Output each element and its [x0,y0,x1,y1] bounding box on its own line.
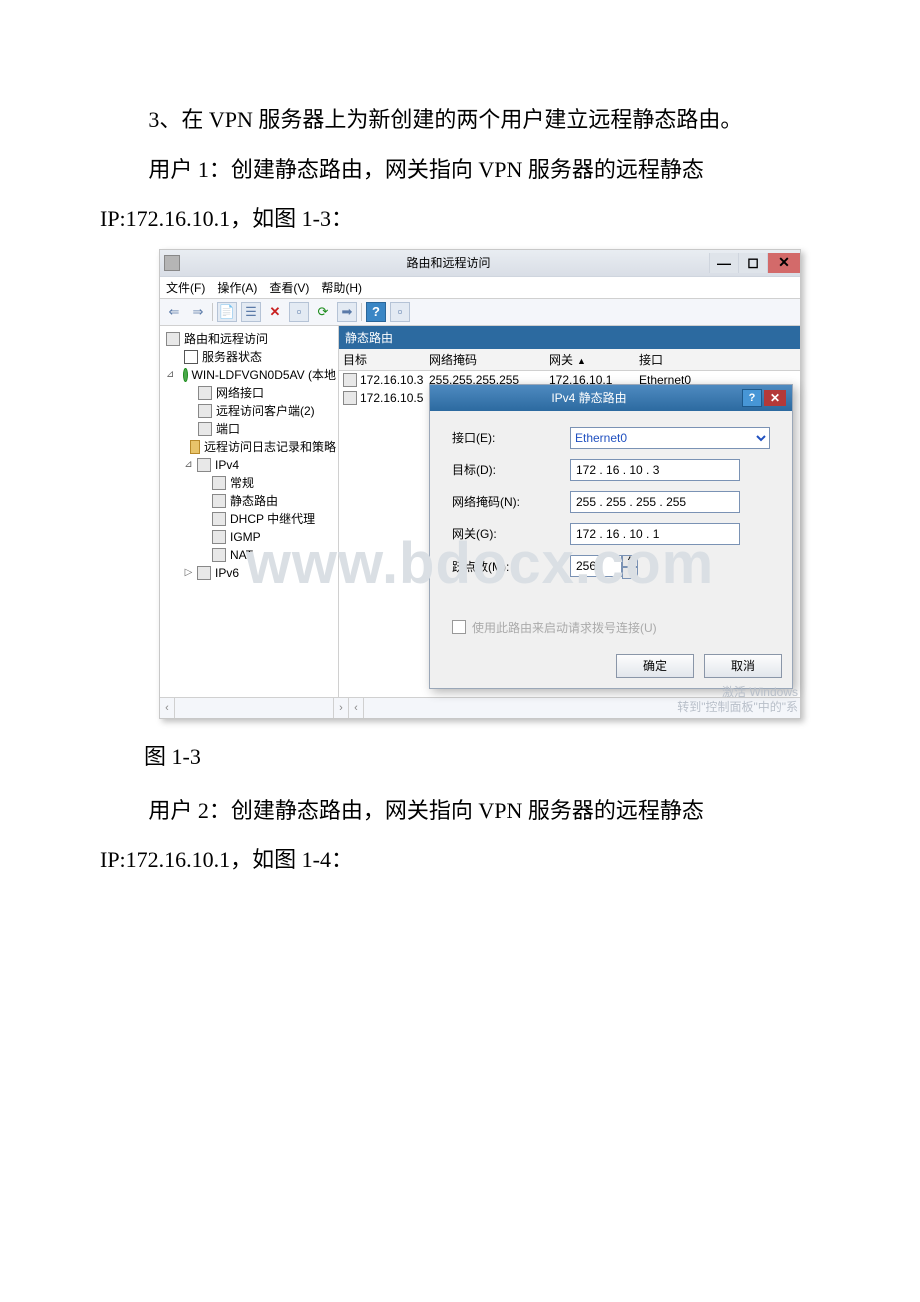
status-right-arrow[interactable]: › [334,698,349,718]
para-user2-b: IP:172.16.10.1，如图 1-4： [100,840,860,880]
back-button[interactable]: ⇐ [164,302,184,322]
tree-remote-clients[interactable]: 远程访问客户端(2) [216,402,315,419]
tree-server-name[interactable]: WIN-LDFVGN0D5AV (本地 [192,366,336,383]
metric-input[interactable] [570,555,622,577]
status-left-arrow[interactable]: ‹ [160,698,175,718]
menubar: 文件(F) 操作(A) 查看(V) 帮助(H) [160,277,800,299]
route-icon [343,373,357,387]
col-iface[interactable]: 接口 [639,351,729,368]
nav-tree: 路由和远程访问 服务器状态 ⊿WIN-LDFVGN0D5AV (本地 网络接口 … [160,326,339,697]
para-user2-a: 用户 2：创建静态路由，网关指向 VPN 服务器的远程静态 [100,791,860,831]
route-icon [343,391,357,405]
help-icon[interactable]: ? [366,302,386,322]
server-icon [183,368,188,382]
dialog-close-button[interactable]: ✕ [764,390,786,406]
label-gateway: 网关(G): [452,525,570,542]
dialog-title: IPv4 静态路由 [436,389,742,406]
tree-net-if[interactable]: 网络接口 [216,384,264,401]
minimize-button[interactable]: — [709,253,738,273]
para-user1-a: 用户 1：创建静态路由，网关指向 VPN 服务器的远程静态 [100,150,860,190]
dialog-help-button[interactable]: ? [742,389,762,407]
status-left-arrow-2[interactable]: ‹ [349,698,364,718]
new-icon[interactable]: 📄 [217,302,237,322]
window-title: 路由和远程访问 [188,254,709,271]
ok-button[interactable]: 确定 [616,654,694,678]
statusbar: ‹ › ‹ [160,697,800,718]
label-interface: 接口(E): [452,429,570,446]
tree-static-route[interactable]: 静态路由 [230,492,278,509]
sort-asc-icon: ▲ [577,356,586,366]
para-user1-b: IP:172.16.10.1，如图 1-3： [100,199,860,239]
para-step3: 3、在 VPN 服务器上为新创建的两个用户建立远程静态路由。 [100,100,860,140]
server-status-icon [184,350,198,364]
nat-icon [212,548,226,562]
col-gateway[interactable]: 网关▲ [549,351,639,368]
figure-caption-1-3: 图 1-3 [100,739,860,771]
dialog-titlebar: IPv4 静态路由 ? ✕ [430,385,792,411]
maximize-button[interactable]: ◻ [738,253,767,273]
menu-help[interactable]: 帮助(H) [321,279,362,296]
label-metric: 跃点数(M): [452,558,570,575]
root-icon [166,332,180,346]
general-icon [212,476,226,490]
label-dest: 目标(D): [452,461,570,478]
list-icon[interactable]: ▫ [390,302,410,322]
remote-clients-icon [198,404,212,418]
node-icon[interactable]: ▫ [289,302,309,322]
interface-select[interactable]: Ethernet0 [570,427,770,449]
gateway-input[interactable] [570,523,740,545]
ipv4-icon [197,458,211,472]
ipv6-icon [197,566,211,580]
content-pane: 静态路由 目标 网络掩码 网关▲ 接口 172.16.10.3 255.255.… [339,326,800,697]
mask-input[interactable] [570,491,740,513]
tree-server-status[interactable]: 服务器状态 [202,348,262,365]
close-button[interactable]: ✕ [767,253,800,273]
tree-ports[interactable]: 端口 [216,420,240,437]
col-dest[interactable]: 目标 [343,351,429,368]
tree-root[interactable]: 路由和远程访问 [184,330,268,347]
tree-remote-log[interactable]: 远程访问日志记录和策略 [204,438,336,455]
remote-log-icon [190,440,200,454]
delete-icon[interactable]: ✕ [265,302,285,322]
forward-button[interactable]: ⇒ [188,302,208,322]
refresh-icon[interactable]: ⟳ [313,302,333,322]
col-mask[interactable]: 网络掩码 [429,351,549,368]
toolbar: ⇐ ⇒ 📄 ☰ ✕ ▫ ⟳ ➡ ? ▫ [160,299,800,326]
cancel-button[interactable]: 取消 [704,654,782,678]
netif-icon [198,386,212,400]
igmp-icon [212,530,226,544]
app-icon [164,255,180,271]
tree-nat[interactable]: NAT [230,548,253,562]
dial-on-demand-checkbox[interactable] [452,620,466,634]
menu-file[interactable]: 文件(F) [166,279,205,296]
tree-ipv6[interactable]: IPv6 [215,566,239,580]
label-mask: 网络掩码(N): [452,493,570,510]
export-icon[interactable]: ➡ [337,302,357,322]
tree-dhcp-relay[interactable]: DHCP 中继代理 [230,510,315,527]
tree-general[interactable]: 常规 [230,474,254,491]
tree-ipv4[interactable]: IPv4 [215,458,239,472]
list-header: 目标 网络掩码 网关▲ 接口 [339,349,800,371]
metric-up-button[interactable]: ▲ [622,555,638,567]
menu-view[interactable]: 查看(V) [269,279,309,296]
dest-input[interactable] [570,459,740,481]
section-header: 静态路由 [339,326,800,349]
static-route-dialog: IPv4 静态路由 ? ✕ 接口(E): Ethernet0 目标(D): [429,384,793,689]
static-route-icon [212,494,226,508]
dial-on-demand-label: 使用此路由来启动请求拨号连接(U) [472,619,657,636]
menu-action[interactable]: 操作(A) [217,279,257,296]
dhcp-relay-icon [212,512,226,526]
titlebar: 路由和远程访问 — ◻ ✕ [160,250,800,277]
app-window: 路由和远程访问 — ◻ ✕ 文件(F) 操作(A) 查看(V) 帮助(H) ⇐ … [159,249,801,719]
ports-icon [198,422,212,436]
metric-down-button[interactable]: ▼ [622,567,638,579]
props-icon[interactable]: ☰ [241,302,261,322]
tree-igmp[interactable]: IGMP [230,530,261,544]
